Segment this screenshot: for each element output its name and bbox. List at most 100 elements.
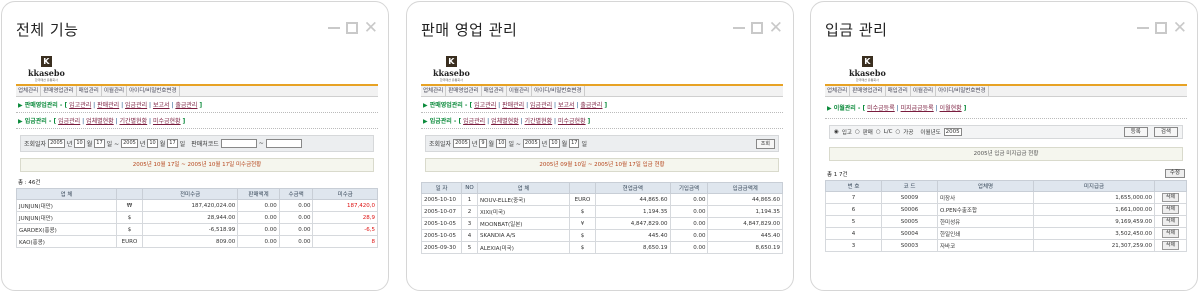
minimize-icon[interactable] (327, 27, 340, 29)
year-select[interactable]: 2005 (453, 139, 470, 148)
menu-item[interactable]: 업체관리 (421, 86, 447, 96)
day-select[interactable]: 10 (496, 139, 507, 148)
menu-item[interactable]: 아이디/비밀번호변경 (532, 86, 585, 96)
cell: 2005-10-05 (421, 217, 462, 230)
nav-link[interactable]: 미수금현황 (153, 118, 181, 125)
maximize-icon[interactable] (750, 22, 763, 34)
table-row[interactable]: 2005-09-30 5 ALEXIA(미국) $8,650.19 0.00 8,650.… (421, 241, 783, 254)
menu-item[interactable]: 판매영업관리 (850, 86, 886, 96)
month-select[interactable]: 10 (147, 139, 158, 148)
close-icon[interactable]: ✕ (1173, 20, 1187, 37)
menu-item[interactable]: 아이디/비밀번호변경 (936, 86, 989, 96)
table-row[interactable]: 4 S0004 한일인쇄 3,502,450.00 삭제 (825, 227, 1187, 240)
cell: $ (116, 211, 143, 224)
year-select[interactable]: 2005 (943, 128, 962, 136)
table-row[interactable]: JUNJUN(대만) ₩187,420,024.00 0.00 0.00 187,420… (16, 199, 378, 212)
nav-link[interactable]: 입금관리 (530, 102, 552, 109)
delete-button[interactable]: 삭제 (1161, 241, 1180, 250)
nav-link[interactable]: 미지급금등록 (901, 105, 934, 112)
radio-icon[interactable]: ○ (876, 129, 881, 135)
column-header: 현업금액 (595, 182, 671, 194)
nav-link[interactable]: 입금관리 (125, 102, 147, 109)
nav-link[interactable]: 보고서 (558, 102, 575, 109)
nav-link[interactable]: 출금관리 (580, 102, 602, 109)
cell: 삭제 (1154, 227, 1187, 240)
table-row[interactable]: 2005-10-05 4 SKANDIA A/S $445.40 0.00 445.40 (421, 229, 783, 242)
close-icon[interactable]: ✕ (769, 20, 783, 37)
year-select[interactable]: 2005 (121, 139, 138, 148)
table-row[interactable]: KAO(홍콩) EURO 809.00 0.00 0.00 8 (16, 235, 378, 248)
table-row[interactable]: 2005-10-10 1 NOUV-ELLE(중국) EURO 44,865.60 0.0… (421, 193, 783, 206)
menu-item[interactable]: 이월관리 (507, 86, 533, 96)
table-row[interactable]: GARDEX(홍콩) $ -6,518.99 0.00 0.00 -6,5 (16, 223, 378, 236)
table-row[interactable]: 2005-10-05 3 MOONBAT(일본) ¥4,847,829.00 0.00 4… (421, 217, 783, 230)
nav-link[interactable]: 입금관리 (463, 118, 485, 125)
year-select[interactable]: 2005 (522, 139, 540, 148)
nav-link[interactable]: 입고관리 (474, 102, 496, 109)
register-button[interactable]: 등록 (1123, 127, 1148, 137)
minimize-icon[interactable] (1136, 27, 1149, 29)
radio-icon[interactable]: ◉ (834, 129, 839, 135)
edit-button[interactable]: 수정 (1164, 169, 1185, 178)
nav-link[interactable]: 입금관리 (58, 118, 80, 125)
menu-bar: 업체관리 판매영업관리 매입관리 이월관리 아이디/비밀번호변경 (16, 86, 378, 97)
close-icon[interactable]: ✕ (364, 20, 378, 37)
menu-item[interactable]: 아이디/비밀번호변경 (127, 86, 180, 96)
menu-item[interactable]: 판매영업관리 (446, 86, 482, 96)
search-button[interactable]: 조회 (755, 138, 775, 149)
minimize-icon[interactable] (732, 27, 745, 29)
table-row[interactable]: 7 S0009 미장사 1,655,000.00 삭제 (825, 191, 1187, 204)
delete-button[interactable]: 삭제 (1161, 229, 1180, 238)
day-select[interactable]: 17 (569, 139, 580, 148)
search-button[interactable]: 검색 (1153, 127, 1178, 137)
radio-icon[interactable]: ○ (895, 129, 900, 135)
table-row[interactable]: 6 S0006 O.PEN수출조합 1,661,000.00 삭제 (825, 203, 1187, 216)
nav-link[interactable]: 출금관리 (175, 102, 197, 109)
cell: $ (569, 205, 596, 218)
day-select[interactable]: 17 (167, 139, 178, 148)
code-input[interactable] (220, 139, 257, 148)
nav-link[interactable]: 기간별현황 (525, 118, 553, 125)
month-select[interactable]: 10 (549, 139, 560, 148)
menu-item[interactable]: 매입관리 (482, 86, 507, 96)
nav-link[interactable]: 업체별현황 (86, 118, 114, 125)
nav-link[interactable]: 업체별현황 (491, 118, 519, 125)
nav-link[interactable]: 판매관리 (502, 102, 524, 109)
radio-icon[interactable]: ○ (855, 129, 860, 135)
cell: 4,847,829.00 (595, 217, 671, 230)
menu-item[interactable]: 매입관리 (77, 86, 102, 96)
nav-link[interactable]: 보고서 (153, 102, 170, 109)
menu-item[interactable]: 이월관리 (911, 86, 937, 96)
table-row[interactable]: 3 S0003 자바코 21,307,259.00 삭제 (825, 239, 1187, 252)
maximize-icon[interactable] (345, 22, 358, 34)
maximize-icon[interactable] (1154, 22, 1167, 34)
day-select[interactable]: 17 (94, 139, 105, 148)
cell: ALEXIA(미국) (477, 241, 570, 254)
month-select[interactable]: 9 (479, 139, 487, 148)
nav-link[interactable]: 미수금현황 (558, 118, 586, 125)
cell: ¥ (569, 217, 596, 230)
nav-link[interactable]: 이월현황 (940, 105, 962, 112)
delete-button[interactable]: 삭제 (1161, 217, 1180, 226)
delete-button[interactable]: 삭제 (1161, 193, 1180, 202)
delete-button[interactable]: 삭제 (1161, 205, 1180, 214)
nav-link[interactable]: 미수금등록 (867, 105, 895, 112)
nav-link[interactable]: 입고관리 (69, 102, 91, 109)
month-select[interactable]: 10 (74, 139, 85, 148)
year-select[interactable]: 2005 (48, 139, 65, 148)
cell: 자바코 (937, 239, 1034, 252)
table-row[interactable]: JUNJUN(대만) $28,944.00 0.00 0.00 28,9 (16, 211, 378, 224)
cell: 187,420,024.00 (141, 199, 239, 212)
menu-item[interactable]: 이월관리 (102, 86, 128, 96)
nav-link[interactable]: 기간별현황 (120, 118, 148, 125)
cell: 21,307,259.00 (1033, 239, 1155, 252)
menu-item[interactable]: 판매영업관리 (41, 86, 77, 96)
menu-item[interactable]: 업체관리 (825, 86, 851, 96)
code-input[interactable] (265, 139, 302, 148)
table-row[interactable]: 5 S0005 한미성유 9,169,459.00 삭제 (825, 215, 1187, 228)
menu-item[interactable]: 업체관리 (16, 86, 42, 96)
menu-item[interactable]: 매입관리 (886, 86, 911, 96)
table-row[interactable]: 2005-10-07 2 XIXI(미국) $1,194.35 0.00 1,194.35 (421, 205, 783, 218)
nav-link[interactable]: 판매관리 (97, 102, 119, 109)
